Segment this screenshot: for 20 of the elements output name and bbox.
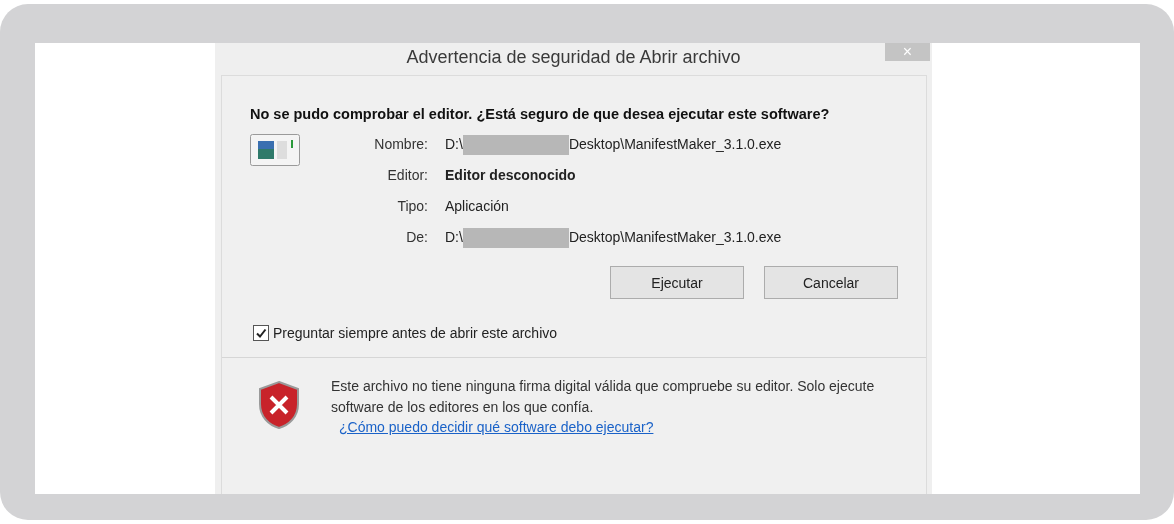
field-value: Aplicación bbox=[445, 197, 510, 216]
field-label: De: bbox=[405, 228, 428, 247]
dialog-button[interactable]: Ejecutar bbox=[610, 266, 744, 299]
application-icon bbox=[250, 134, 300, 166]
field-label: Editor: bbox=[386, 166, 428, 185]
field-label: Tipo: bbox=[396, 197, 428, 216]
checkbox[interactable] bbox=[253, 325, 269, 341]
warning-heading: No se pudo comprobar el editor. ¿Está seguro de que desea ejecutar este software? bbox=[250, 106, 831, 123]
path-prefix: D:\ bbox=[445, 135, 463, 154]
dialog-button[interactable]: Cancelar bbox=[764, 266, 898, 299]
help-link[interactable]: ¿Cómo puedo decidir qué software debo ejecutar? bbox=[339, 419, 654, 435]
field-value: Editor desconocido bbox=[445, 166, 577, 185]
footer-paragraph: Este archivo no tiene ninguna firma digital válida que compruebe su editor. Solo ejecute software de los editores en los que confía. ¿Cómo puedo decidir qué software debo ejecutar? bbox=[331, 377, 876, 437]
window-title: Advertencia de seguridad de Abrir archivo bbox=[406, 47, 741, 68]
path-text: Desktop\ManifestMaker_3.1.0.exe bbox=[568, 135, 782, 154]
shield-error-icon bbox=[257, 380, 301, 430]
checkbox-label: Preguntar siempre antes de abrir este archivo bbox=[273, 325, 558, 341]
field-label: Nombre: bbox=[373, 135, 428, 154]
path-prefix: D:\ bbox=[445, 228, 463, 247]
path-text: Desktop\ManifestMaker_3.1.0.exe bbox=[568, 228, 782, 247]
